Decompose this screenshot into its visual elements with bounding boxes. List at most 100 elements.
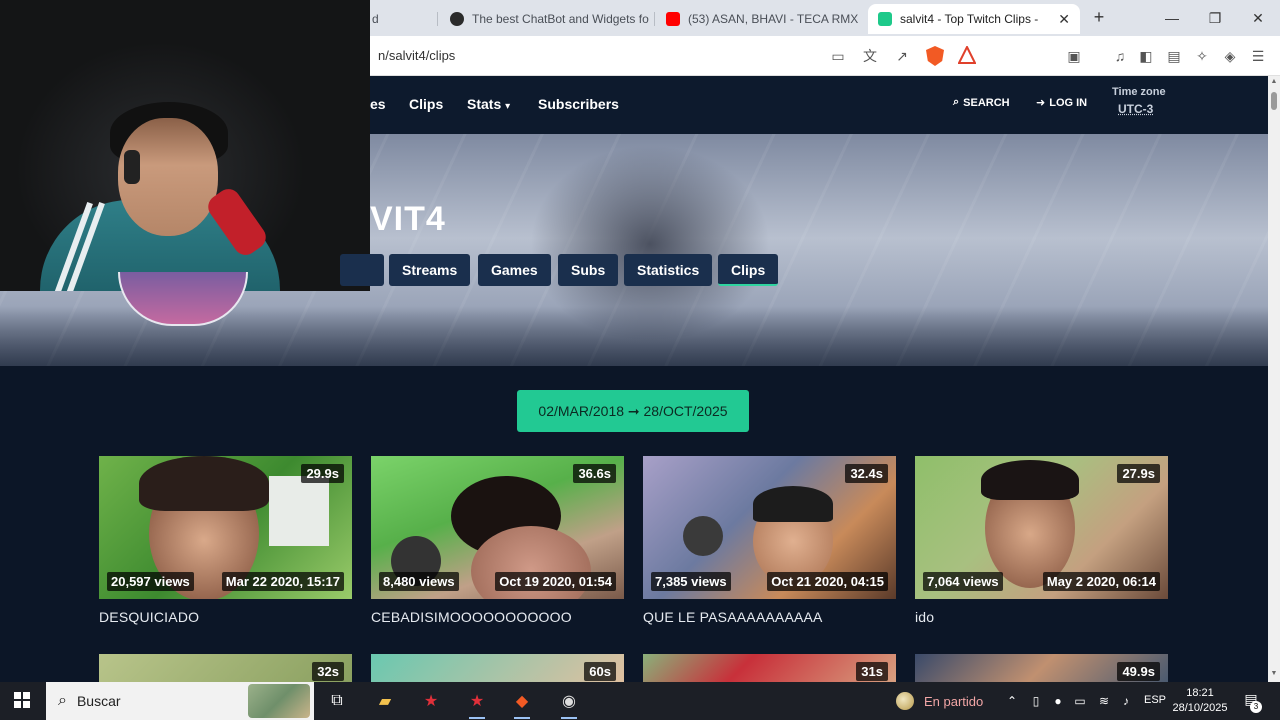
twitch-tracker-favicon-icon xyxy=(878,12,892,26)
streamer-cap xyxy=(753,486,833,522)
clip-card[interactable]: 32.4s 7,385 views Oct 21 2020, 04:15 QUE… xyxy=(643,456,896,625)
clip-card[interactable]: 32s xyxy=(99,654,352,682)
chatbot-favicon-icon xyxy=(450,12,464,26)
windows-start-icon[interactable] xyxy=(14,692,30,708)
channel-tab-streams[interactable]: Streams xyxy=(389,254,471,286)
minimize-icon[interactable]: — xyxy=(1162,8,1182,28)
wallet-icon[interactable]: ▤ xyxy=(1164,46,1184,66)
clip-thumbnail[interactable]: 32s xyxy=(99,654,352,682)
battery-icon[interactable]: ▭ xyxy=(1072,693,1088,709)
clip-duration: 32.4s xyxy=(845,464,888,483)
browser-tab-active[interactable]: salvit4 - Top Twitch Clips - Tw ✕ xyxy=(868,4,1080,34)
translate-icon[interactable]: 文 xyxy=(860,46,880,66)
window-close-icon[interactable]: ✕ xyxy=(1248,8,1268,28)
wifi-icon[interactable]: ≋ xyxy=(1096,693,1112,709)
install-app-icon[interactable]: ▭ xyxy=(828,46,848,66)
clip-card[interactable]: 36.6s 8,480 views Oct 19 2020, 01:54 CEB… xyxy=(371,456,624,625)
clip-thumbnail[interactable]: 31s xyxy=(643,654,896,682)
channel-tab-hidden[interactable] xyxy=(340,254,384,286)
clip-views: 7,385 views xyxy=(651,572,731,591)
url-field[interactable]: n/salvit4/clips xyxy=(378,48,455,63)
clip-title[interactable]: DESQUICIADO xyxy=(99,609,352,625)
clip-thumbnail[interactable]: 60s xyxy=(371,654,624,682)
search-link[interactable]: ⌕ SEARCH xyxy=(953,96,1010,109)
webcam-overlay xyxy=(0,0,370,291)
clip-card[interactable]: 60s xyxy=(371,654,624,682)
scroll-thumb[interactable] xyxy=(1271,92,1277,110)
microphone-icon[interactable]: ● xyxy=(1050,693,1066,709)
football-icon xyxy=(896,692,914,710)
youtube-favicon-icon xyxy=(666,12,680,26)
game-status-tray[interactable]: En partido xyxy=(896,692,983,710)
game-launcher-icon[interactable]: ★ xyxy=(465,689,489,719)
clip-views: 7,064 views xyxy=(923,572,1003,591)
clip-card[interactable]: 29.9s 20,597 views Mar 22 2020, 15:17 DE… xyxy=(99,456,352,625)
browser-tab[interactable]: The best ChatBot and Widgets fo xyxy=(440,4,650,34)
restore-icon[interactable]: ❐ xyxy=(1205,8,1225,28)
obs-icon[interactable]: ◉ xyxy=(557,689,581,719)
clip-thumbnail[interactable]: 36.6s 8,480 views Oct 19 2020, 01:54 xyxy=(371,456,624,599)
brave-rewards-icon[interactable] xyxy=(958,46,976,64)
brave-shields-icon[interactable] xyxy=(926,46,944,66)
file-explorer-icon[interactable]: ▰ xyxy=(373,689,397,713)
music-icon[interactable]: ♫ xyxy=(1110,46,1130,66)
browser-tab[interactable]: (53) ASAN, BHAVI - TECA RMX (ft. xyxy=(656,4,860,34)
clip-title[interactable]: CEBADISIMOOOOOOOOOOO xyxy=(371,609,624,625)
taskbar-search[interactable]: ⌕ Buscar xyxy=(46,682,314,720)
clip-date: Mar 22 2020, 15:17 xyxy=(221,572,344,591)
search-icon: ⌕ xyxy=(953,96,960,108)
task-view-icon[interactable]: ⧉ xyxy=(325,689,349,713)
clip-card[interactable]: 27.9s 7,064 views May 2 2020, 06:14 ido xyxy=(915,456,1168,625)
channel-tab-subs[interactable]: Subs xyxy=(558,254,619,286)
tab-title: d xyxy=(372,12,379,26)
game-launcher-icon[interactable]: ★ xyxy=(419,689,443,713)
date-range-button[interactable]: 02/MAR/2018 ➞ 28/OCT/2025 xyxy=(517,390,749,432)
share-icon[interactable]: ↗ xyxy=(892,46,912,66)
reader-mode-icon[interactable]: ▣ xyxy=(1064,46,1084,66)
phone-link-icon[interactable]: ▯ xyxy=(1028,693,1044,709)
scroll-down-icon[interactable]: ▼ xyxy=(1270,670,1278,678)
clip-card[interactable]: 31s xyxy=(643,654,896,682)
new-tab-button[interactable]: + xyxy=(1088,6,1110,30)
tab-title: salvit4 - Top Twitch Clips - Tw xyxy=(900,12,1040,26)
clip-title[interactable]: QUE LE PASAAAAAAAAAA xyxy=(643,609,896,625)
menu-icon[interactable]: ☰ xyxy=(1248,46,1268,66)
leo-ai-icon[interactable]: ✧ xyxy=(1192,46,1212,66)
clip-date: Oct 19 2020, 01:54 xyxy=(495,572,616,591)
channel-tab-clips[interactable]: Clips xyxy=(718,254,779,286)
page-scrollbar[interactable]: ▲ ▼ xyxy=(1268,76,1280,682)
close-tab-icon[interactable]: ✕ xyxy=(1058,11,1070,28)
clip-thumbnail[interactable]: 27.9s 7,064 views May 2 2020, 06:14 xyxy=(915,456,1168,599)
clip-date: Oct 21 2020, 04:15 xyxy=(767,572,888,591)
clip-card[interactable]: 49.9s xyxy=(915,654,1168,682)
nav-item-stats[interactable]: Stats ▾ xyxy=(467,96,510,112)
channel-tab-statistics[interactable]: Statistics xyxy=(624,254,713,286)
language-indicator[interactable]: ESP xyxy=(1144,694,1166,706)
timezone-selector[interactable]: UTC-3 xyxy=(1118,102,1153,116)
browser-tab[interactable]: d xyxy=(362,4,432,34)
nav-item-subscribers[interactable]: Subscribers xyxy=(538,96,619,112)
clip-duration: 29.9s xyxy=(301,464,344,483)
taskbar-clock[interactable]: 18:21 28/10/2025 xyxy=(1170,686,1230,716)
clock-time: 18:21 xyxy=(1186,687,1214,699)
streamer-hair xyxy=(981,460,1079,500)
sidebar-icon[interactable]: ◧ xyxy=(1136,46,1156,66)
clip-title[interactable]: ido xyxy=(915,609,1168,625)
clip-thumbnail[interactable]: 49.9s xyxy=(915,654,1168,682)
volume-icon[interactable]: ♪ xyxy=(1118,693,1134,709)
clip-duration: 27.9s xyxy=(1117,464,1160,483)
taskbar: ⌕ Buscar ⧉ ▰ ★ ★ ◆ ◉ En partido ⌃ ▯ ● ▭ … xyxy=(0,682,1280,720)
scroll-up-icon[interactable]: ▲ xyxy=(1270,78,1278,86)
clip-thumbnail[interactable]: 29.9s 20,597 views Mar 22 2020, 15:17 xyxy=(99,456,352,599)
brave-browser-icon[interactable]: ◆ xyxy=(510,689,534,719)
chevron-up-icon[interactable]: ⌃ xyxy=(1004,693,1020,709)
clip-thumbnail[interactable]: 32.4s 7,385 views Oct 21 2020, 04:15 xyxy=(643,456,896,599)
tab-separator xyxy=(654,12,655,26)
login-link[interactable]: ➜ LOG IN xyxy=(1036,96,1087,110)
login-icon: ➜ xyxy=(1036,97,1046,109)
channel-tab-games[interactable]: Games xyxy=(478,254,551,286)
nav-item-profiles[interactable]: es xyxy=(370,96,386,112)
nav-item-clips[interactable]: Clips xyxy=(409,96,443,112)
vpn-icon[interactable]: ◈ xyxy=(1220,46,1240,66)
nav-item-stats-label: Stats xyxy=(467,96,502,112)
